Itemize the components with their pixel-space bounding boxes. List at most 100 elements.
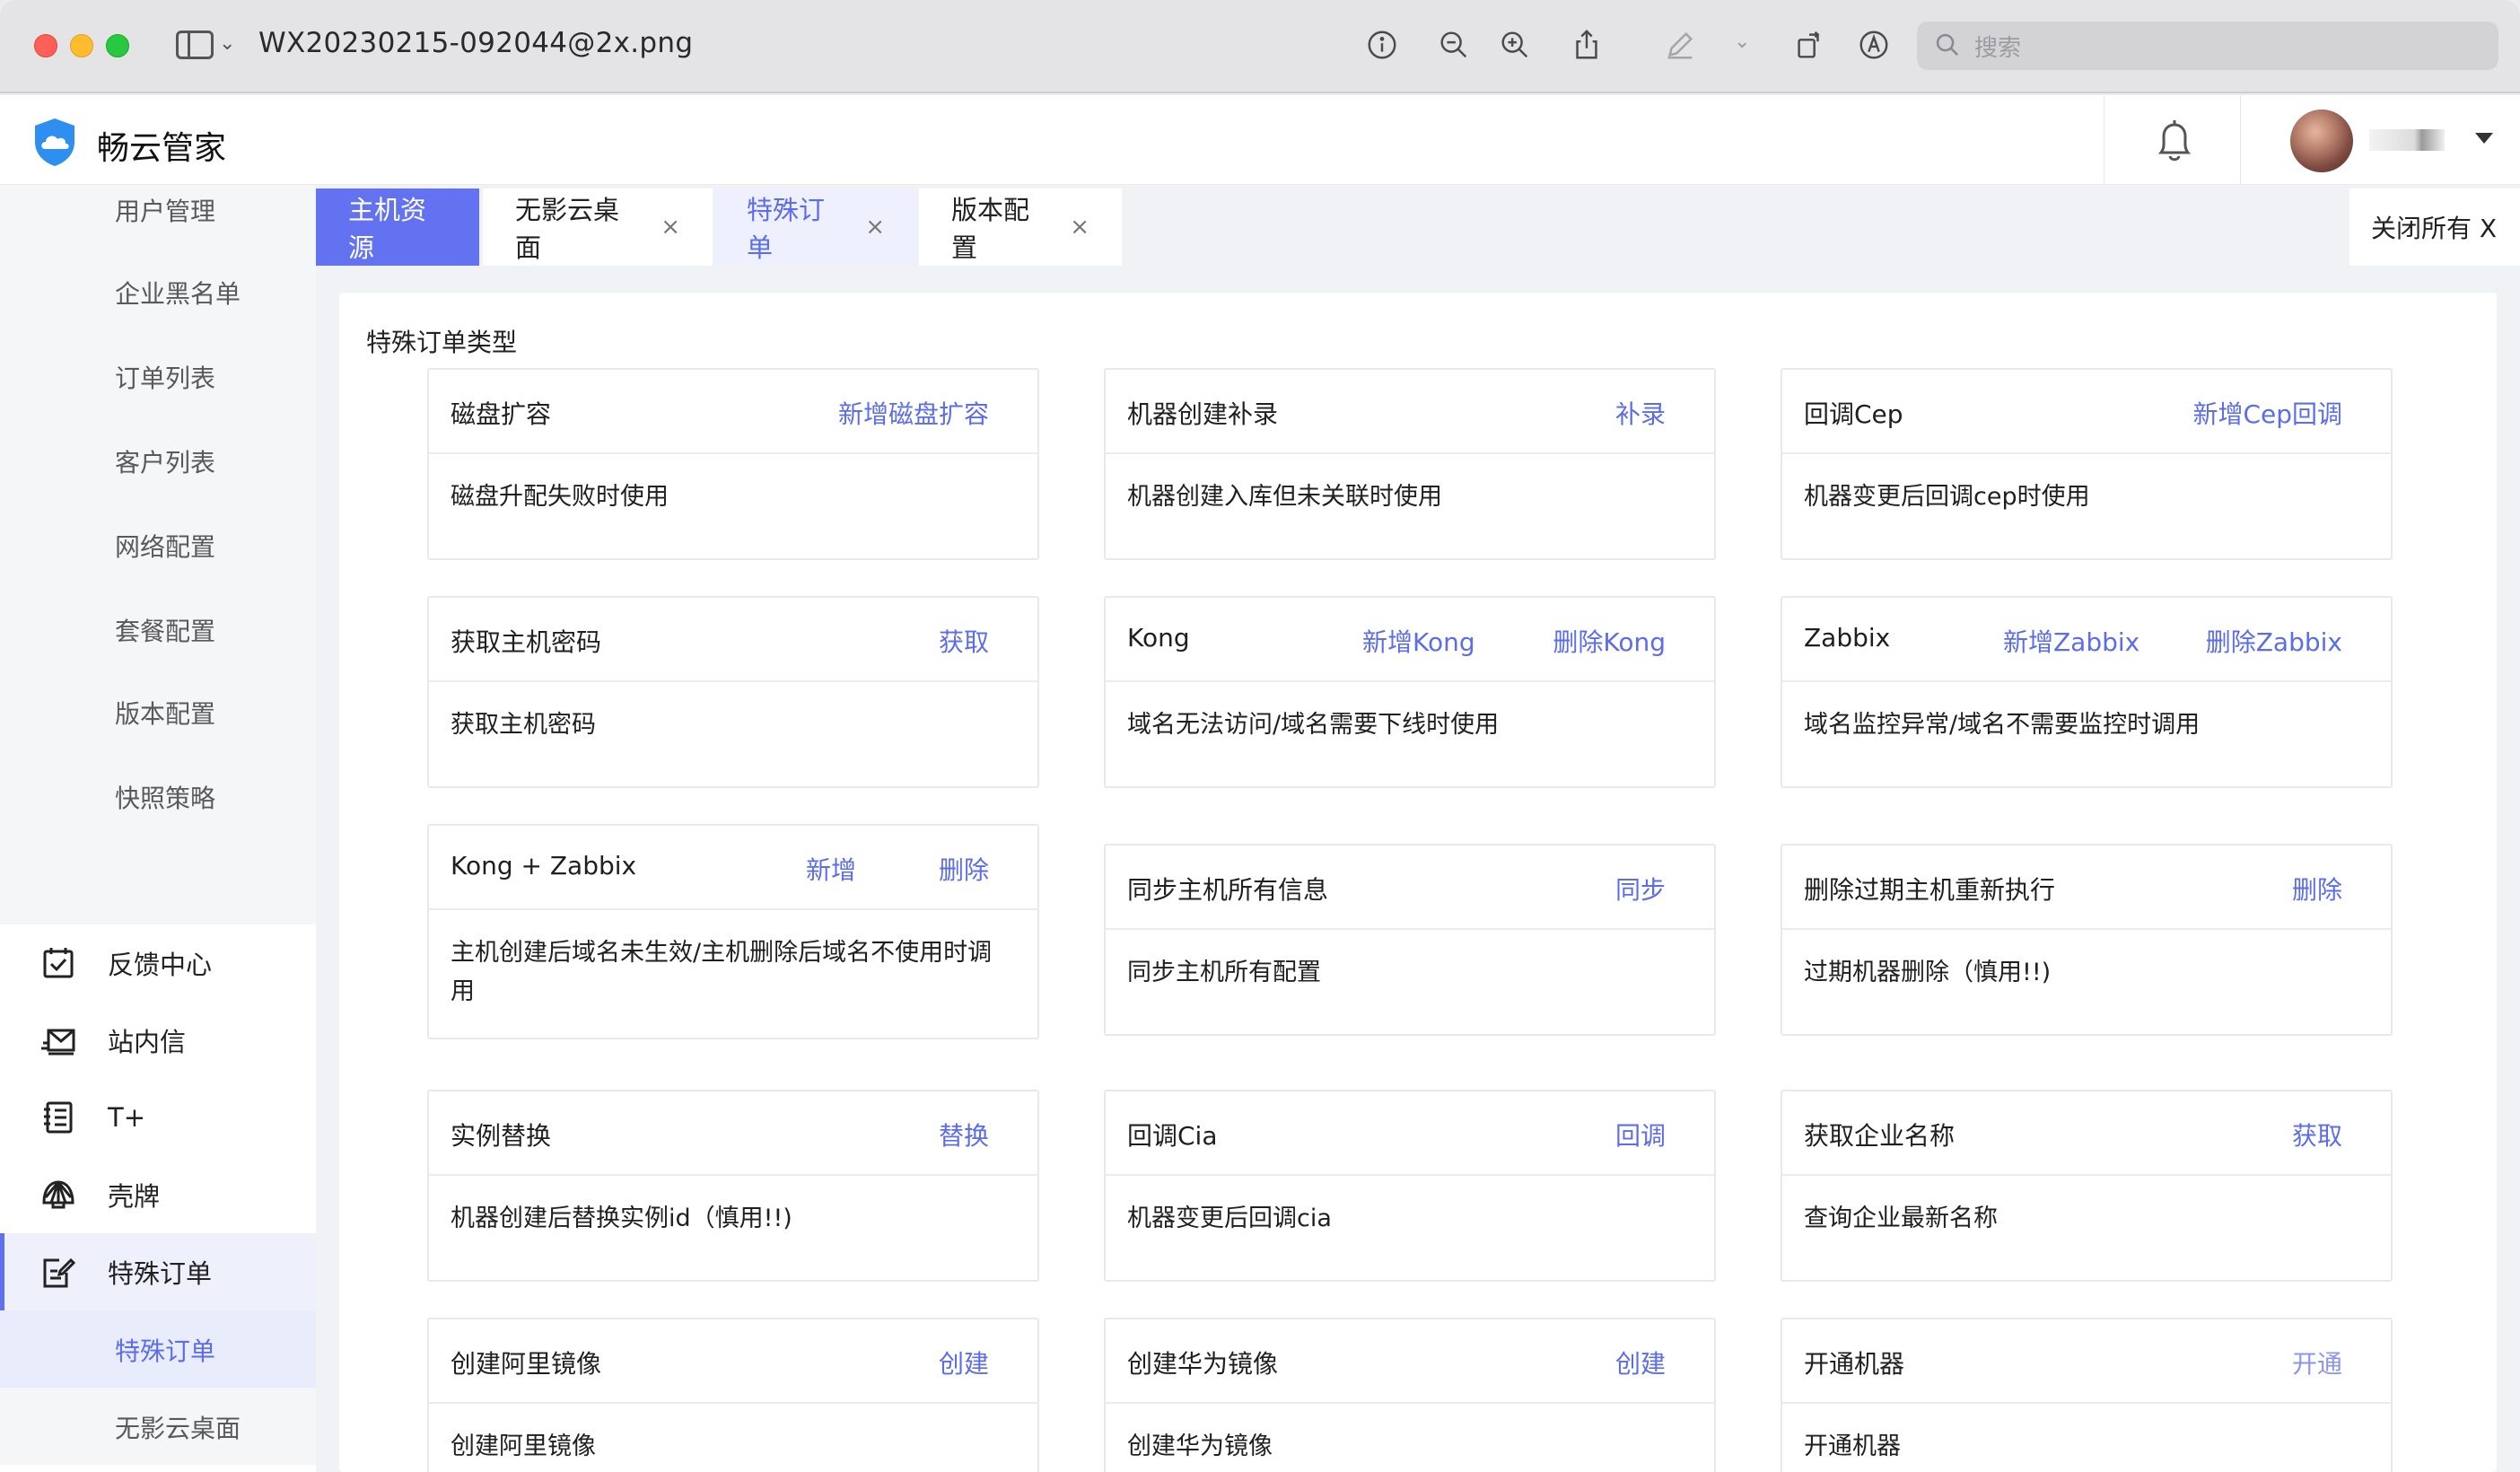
- sidebar-toggle-icon[interactable]: [176, 31, 214, 59]
- brand-name: 畅云管家: [97, 130, 227, 167]
- card-title: 创建华为镜像: [1127, 1349, 1279, 1379]
- zoom-in-icon[interactable]: [1495, 25, 1535, 65]
- card-action-button[interactable]: 补录: [1615, 395, 1666, 431]
- tab-version-config[interactable]: 版本配置 ×: [919, 188, 1122, 266]
- sidebar-subitem-special-orders[interactable]: 特殊订单: [0, 1310, 316, 1388]
- sidebar-item-enterprise-blacklist[interactable]: 企业黑名单: [115, 275, 241, 311]
- sidebar-item-shell[interactable]: 壳牌: [0, 1156, 316, 1233]
- card-action-button[interactable]: 删除: [939, 851, 989, 887]
- info-icon[interactable]: [1362, 25, 1402, 65]
- sidebar-item-customer-list[interactable]: 客户列表: [115, 443, 215, 479]
- card-action-button[interactable]: 删除: [2292, 871, 2342, 907]
- order-card-disk-expand: 磁盘扩容 新增磁盘扩容 磁盘升配失败时使用: [427, 368, 1039, 560]
- order-card-huawei-image: 创建华为镜像 创建 创建华为镜像: [1104, 1318, 1716, 1472]
- card-title: 磁盘扩容: [451, 399, 552, 429]
- card-title: 机器创建补录: [1127, 399, 1279, 429]
- username-blurred[interactable]: [2369, 129, 2445, 151]
- card-title: Kong: [1127, 623, 1190, 653]
- tab-close-icon[interactable]: ×: [865, 214, 885, 241]
- app-header: 畅云管家: [0, 95, 2520, 185]
- tab-special-orders[interactable]: 特殊订单 ×: [714, 188, 917, 266]
- card-action-button[interactable]: 新增Cep回调: [2192, 395, 2342, 431]
- tab-close-icon[interactable]: ×: [1070, 214, 1089, 241]
- card-title: 开通机器: [1804, 1349, 1905, 1379]
- card-action-button[interactable]: 删除Kong: [1553, 623, 1666, 659]
- card-action-button[interactable]: 同步: [1615, 871, 1666, 907]
- card-title: 获取主机密码: [451, 627, 602, 657]
- sidebar: 用户管理 企业黑名单 订单列表 客户列表 网络配置 套餐配置 版本配置 快照策略…: [0, 185, 316, 1472]
- zoom-window-button[interactable]: [106, 34, 129, 57]
- tab-label: 无影云桌面: [515, 195, 620, 263]
- close-all-tabs-button[interactable]: 关闭所有 X: [2349, 188, 2520, 266]
- card-action-button[interactable]: 创建: [1615, 1345, 1666, 1380]
- notebook-icon: [44, 1101, 73, 1134]
- card-description: 磁盘升配失败时使用: [451, 483, 669, 511]
- order-card-host-password: 获取主机密码 获取 获取主机密码: [427, 596, 1039, 788]
- markup-pen-icon[interactable]: [1660, 25, 1700, 65]
- order-card-sync-host: 同步主机所有信息 同步 同步主机所有配置: [1104, 844, 1716, 1036]
- card-title: 回调Cia: [1127, 1121, 1218, 1151]
- tab-wuying-desktop[interactable]: 无影云桌面 ×: [483, 188, 713, 266]
- card-action-button[interactable]: 回调: [1615, 1117, 1666, 1152]
- card-description: 同步主机所有配置: [1127, 959, 1321, 986]
- card-description: 机器变更后回调cep时使用: [1804, 483, 2090, 511]
- card-action-button[interactable]: 替换: [939, 1117, 989, 1152]
- order-card-enterprise-name: 获取企业名称 获取 查询企业最新名称: [1781, 1090, 2393, 1282]
- sidebar-item-users[interactable]: 用户管理: [115, 192, 215, 228]
- sidebar-item-label: 特殊订单: [108, 1258, 213, 1289]
- card-description: 创建阿里镜像: [451, 1433, 596, 1460]
- card-title: 实例替换: [451, 1121, 552, 1151]
- search-icon: [1936, 33, 1959, 57]
- card-title: Zabbix: [1804, 623, 1891, 653]
- order-card-machine-backfill: 机器创建补录 补录 机器创建入库但未关联时使用: [1104, 368, 1716, 560]
- sidebar-item-tplus[interactable]: T+: [0, 1079, 316, 1156]
- zoom-out-icon[interactable]: [1434, 25, 1474, 65]
- panel-title: 特殊订单类型: [366, 328, 518, 357]
- user-menu-caret-icon[interactable]: [2475, 133, 2493, 144]
- card-action-button[interactable]: 开通: [2292, 1345, 2342, 1380]
- card-action-button[interactable]: 获取: [2292, 1117, 2342, 1152]
- minimize-window-button[interactable]: [70, 34, 93, 57]
- close-window-button[interactable]: [34, 34, 57, 57]
- card-action-button[interactable]: 删除Zabbix: [2206, 623, 2342, 659]
- checkbox-calendar-icon: [43, 948, 74, 978]
- share-icon[interactable]: [1567, 25, 1606, 65]
- sidebar-item-feedback[interactable]: 反馈中心: [0, 924, 316, 1002]
- card-description: 机器变更后回调cia: [1127, 1205, 1332, 1232]
- card-description: 查询企业最新名称: [1804, 1205, 1998, 1232]
- sidebar-item-inbox[interactable]: 站内信: [0, 1002, 316, 1079]
- sidebar-item-package-config[interactable]: 套餐配置: [115, 612, 215, 648]
- sidebar-item-version-config[interactable]: 版本配置: [115, 695, 215, 731]
- card-description: 创建华为镜像: [1127, 1433, 1273, 1460]
- card-action-button[interactable]: 新增Kong: [1362, 623, 1475, 659]
- order-card-zabbix: Zabbix 新增Zabbix 删除Zabbix 域名监控异常/域名不需要监控时…: [1781, 596, 2393, 788]
- search-field[interactable]: 搜索: [1917, 22, 2498, 70]
- card-action-button[interactable]: 新增Zabbix: [2003, 623, 2139, 659]
- sidebar-item-order-list[interactable]: 订单列表: [115, 359, 215, 395]
- markup-chevron-icon[interactable]: ⌄: [1734, 31, 1750, 53]
- order-card-callback-cep: 回调Cep 新增Cep回调 机器变更后回调cep时使用: [1781, 368, 2393, 560]
- shield-cloud-logo-icon: [35, 118, 74, 166]
- card-action-button[interactable]: 获取: [939, 623, 989, 659]
- sidebar-item-special-orders[interactable]: 特殊订单: [0, 1233, 316, 1310]
- annotate-icon[interactable]: [1854, 25, 1894, 65]
- rotate-icon[interactable]: [1789, 25, 1829, 65]
- tab-host-resources[interactable]: 主机资源: [316, 188, 479, 266]
- sidebar-subgroup: 用户管理 企业黑名单 订单列表 客户列表 网络配置 套餐配置 版本配置 快照策略: [0, 185, 316, 924]
- notification-bell-icon[interactable]: [2152, 117, 2197, 165]
- tab-label: 主机资源: [348, 195, 427, 263]
- card-description: 域名监控异常/域名不需要监控时调用: [1804, 711, 2201, 739]
- card-action-button[interactable]: 新增磁盘扩容: [838, 395, 989, 431]
- card-action-button[interactable]: 创建: [939, 1345, 989, 1380]
- app-area: 畅云管家 用户管理 企业黑名单 订单列表 客户列表 网络配置 套餐配置 版本配置…: [0, 95, 2520, 1472]
- tab-close-icon[interactable]: ×: [661, 214, 680, 241]
- user-avatar[interactable]: [2290, 110, 2353, 172]
- chevron-down-icon[interactable]: ⌄: [219, 32, 235, 55]
- sidebar-item-network-config[interactable]: 网络配置: [115, 528, 215, 564]
- sidebar-item-snapshot-policy[interactable]: 快照策略: [115, 779, 215, 815]
- sidebar-subitem-wuying-desktop[interactable]: 无影云桌面: [0, 1388, 316, 1465]
- document-title: WX20230215-092044@2x.png: [258, 27, 694, 59]
- edit-document-icon: [43, 1257, 76, 1288]
- tab-bar: 主机资源 无影云桌面 × 特殊订单 × 版本配置 × 关闭所有 X: [316, 188, 2520, 269]
- card-action-button[interactable]: 新增: [806, 851, 856, 887]
